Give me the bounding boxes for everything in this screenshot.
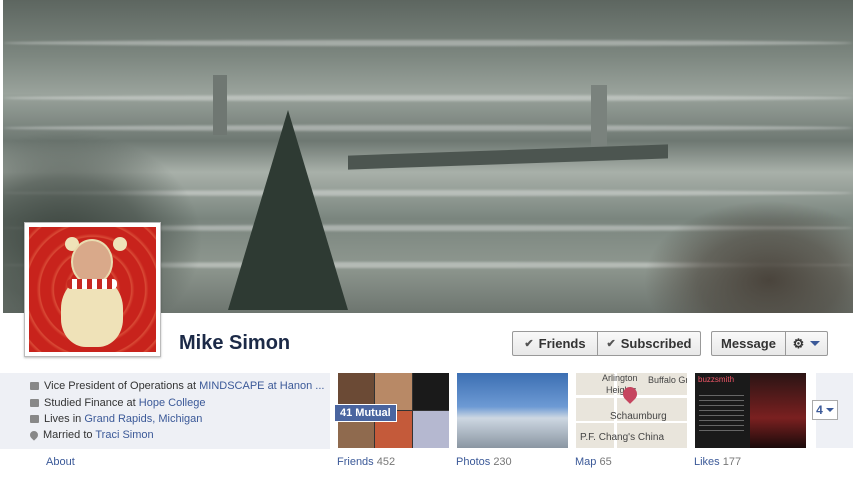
profile-image	[29, 227, 156, 352]
check-icon: ✔	[524, 338, 534, 350]
cover-wave	[3, 40, 853, 46]
message-button-label: Message	[721, 336, 776, 351]
heart-icon	[28, 429, 40, 441]
chevron-down-icon	[825, 408, 834, 412]
lighthouse	[213, 75, 227, 135]
like-brand: buzzsmith	[698, 375, 735, 384]
graduation-cap-icon	[30, 399, 39, 407]
spouse-link[interactable]: Traci Simon	[95, 429, 153, 441]
pier	[348, 144, 668, 170]
photos-link-label: Photos	[456, 456, 491, 468]
info-work-text: Vice President of Operations at	[44, 380, 200, 392]
subscribed-button-label: Subscribed	[620, 336, 692, 351]
likes-tile[interactable]: buzzsmith	[695, 373, 806, 448]
mutual-friends-badge[interactable]: 41 Mutual	[334, 404, 397, 422]
friends-button[interactable]: ✔ Friends	[512, 331, 598, 356]
lighthouse	[591, 85, 607, 150]
likes-count: 177	[722, 456, 742, 468]
friend-thumbnail	[412, 373, 449, 410]
photos-link[interactable]: Photos 230	[456, 456, 512, 468]
school-link[interactable]: Hope College	[139, 397, 206, 409]
info-work: Vice President of Operations at MINDSCAP…	[30, 380, 324, 392]
info-location-text: Lives in	[44, 413, 85, 425]
check-icon: ✔	[606, 338, 616, 350]
pine-tree	[228, 110, 348, 310]
profile-picture[interactable]	[24, 222, 161, 357]
info-location: Lives in Grand Rapids, Michigan	[30, 413, 202, 425]
more-sections-count: 4	[816, 403, 823, 417]
map-link[interactable]: Map 65	[575, 456, 612, 468]
friends-link[interactable]: Friends 452	[337, 456, 395, 468]
photos-count: 230	[493, 456, 512, 468]
info-relationship: Married to Traci Simon	[28, 429, 154, 441]
photos-tile[interactable]	[457, 373, 568, 448]
like-thumbnail: buzzsmith	[695, 373, 750, 448]
info-education: Studied Finance at Hope College	[30, 397, 205, 409]
map-tile[interactable]: Arlington Buffalo Gr Heights Schaumburg …	[576, 373, 687, 448]
bear-ear	[113, 237, 127, 251]
employer-link[interactable]: MINDSCAPE at Hanon ...	[199, 380, 324, 392]
friend-thumbnail	[412, 411, 449, 448]
map-label: Arlington	[602, 373, 638, 383]
chevron-down-icon	[810, 341, 821, 346]
map-label: Buffalo Gr	[648, 375, 687, 385]
location-link[interactable]: Grand Rapids, Michigan	[84, 413, 202, 425]
like-thumbnail	[750, 373, 806, 448]
profile-name: Mike Simon	[179, 332, 291, 354]
more-sections-button[interactable]: 4	[812, 400, 838, 420]
about-link[interactable]: About	[46, 456, 75, 468]
info-education-text: Studied Finance at	[44, 397, 139, 409]
likes-link[interactable]: Likes 177	[694, 456, 741, 468]
scarf	[67, 279, 117, 289]
info-relationship-text: Married to	[43, 429, 96, 441]
map-label: Schaumburg	[610, 411, 667, 422]
friends-link-label: Friends	[337, 456, 374, 468]
briefcase-icon	[30, 382, 39, 390]
settings-dropdown-button[interactable]: ⚙	[785, 331, 828, 356]
friends-button-label: Friends	[538, 336, 586, 351]
house-icon	[30, 415, 39, 423]
message-button[interactable]: Message	[711, 331, 786, 356]
shrub	[643, 200, 853, 313]
map-link-label: Map	[575, 456, 597, 468]
friends-count: 452	[376, 456, 396, 468]
subscribed-button[interactable]: ✔ Subscribed	[597, 331, 701, 356]
likes-link-label: Likes	[694, 456, 720, 468]
map-count: 65	[599, 456, 612, 468]
cover-wave	[3, 95, 853, 101]
gear-icon: ⚙	[792, 335, 805, 351]
like-text-lines	[699, 395, 744, 435]
map-label: P.F. Chang's China	[580, 432, 664, 443]
